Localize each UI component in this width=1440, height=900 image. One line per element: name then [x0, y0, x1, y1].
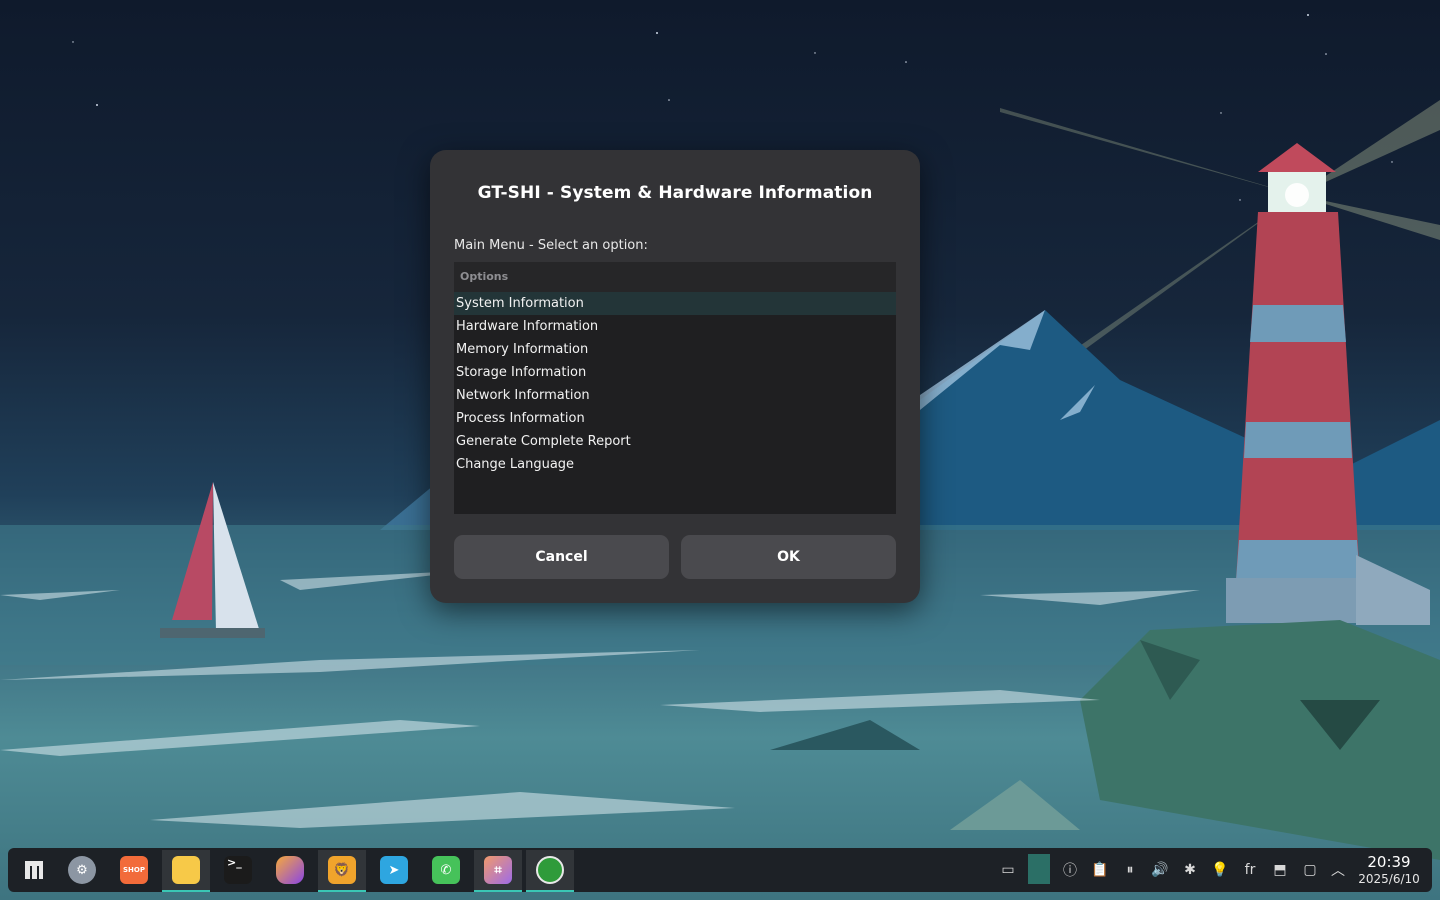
desktop: GT-SHI - System & Hardware Information M…	[0, 0, 1440, 900]
bluetooth-icon[interactable]: ✱	[1180, 860, 1200, 880]
gt-shi-button[interactable]	[526, 850, 574, 892]
night-light-icon[interactable]: 💡	[1210, 860, 1230, 880]
whatsapp-button[interactable]: ✆	[422, 850, 470, 890]
cancel-button[interactable]: Cancel	[454, 535, 669, 579]
dialog-prompt: Main Menu - Select an option:	[454, 238, 648, 253]
gt-shi-dialog: GT-SHI - System & Hardware Information M…	[430, 150, 920, 603]
option-process-information[interactable]: Process Information	[454, 407, 896, 430]
file-manager-icon	[172, 856, 200, 884]
shop-icon: SHOP	[120, 856, 148, 884]
firefox-button[interactable]	[266, 850, 314, 890]
file-manager-button[interactable]	[162, 850, 210, 892]
app-menu-button[interactable]	[10, 850, 58, 890]
crop-tool-button[interactable]: ⌗	[474, 850, 522, 892]
option-generate-complete-report[interactable]: Generate Complete Report	[454, 430, 896, 453]
option-change-language[interactable]: Change Language	[454, 453, 896, 476]
settings-button[interactable]: ⚙	[58, 850, 106, 890]
volume-icon[interactable]: 🔊	[1150, 860, 1170, 880]
terminal-button[interactable]: >_	[214, 850, 262, 890]
telegram-icon: ➤	[380, 856, 408, 884]
updates-icon[interactable]: ⬒	[1270, 860, 1290, 880]
options-list[interactable]: Options System Information Hardware Info…	[454, 262, 896, 514]
notifications-icon[interactable]: ▢	[1300, 860, 1320, 880]
media-pause-icon[interactable]: ⏸	[1120, 860, 1140, 880]
dialog-title: GT-SHI - System & Hardware Information	[477, 183, 873, 203]
option-system-information[interactable]: System Information	[454, 292, 896, 315]
telegram-button[interactable]: ➤	[370, 850, 418, 890]
gt-shi-icon	[536, 856, 564, 884]
terminal-icon: >_	[224, 856, 252, 884]
keyboard-layout-indicator[interactable]: fr	[1240, 860, 1260, 880]
app-menu-icon	[25, 861, 43, 879]
window-list-icon[interactable]: ▭	[998, 860, 1018, 880]
option-network-information[interactable]: Network Information	[454, 384, 896, 407]
clock-date[interactable]: 2025/6/10	[1355, 872, 1423, 886]
brave-button[interactable]: 🦁	[318, 850, 366, 892]
ok-button[interactable]: OK	[681, 535, 896, 579]
chevron-up-icon[interactable]: ︿	[1328, 860, 1348, 880]
virtual-desktop-icon[interactable]	[1028, 854, 1050, 884]
whatsapp-icon: ✆	[432, 856, 460, 884]
settings-icon: ⚙	[68, 856, 96, 884]
options-list-header: Options	[454, 262, 896, 292]
clock-time[interactable]: 20:39	[1357, 853, 1421, 871]
shop-button[interactable]: SHOP	[110, 850, 158, 890]
option-memory-information[interactable]: Memory Information	[454, 338, 896, 361]
option-hardware-information[interactable]: Hardware Information	[454, 315, 896, 338]
clipboard-icon[interactable]: 📋	[1090, 860, 1110, 880]
taskbar: ⚙ SHOP >_ 🦁 ➤ ✆ ⌗ ▭ ⓘ 📋 ⏸ 🔊 ✱ 💡 fr ⬒ ▢ ︿…	[8, 848, 1432, 892]
brave-icon: 🦁	[328, 856, 356, 884]
crop-tool-icon: ⌗	[484, 856, 512, 884]
option-storage-information[interactable]: Storage Information	[454, 361, 896, 384]
info-icon[interactable]: ⓘ	[1060, 860, 1080, 880]
firefox-icon	[276, 856, 304, 884]
